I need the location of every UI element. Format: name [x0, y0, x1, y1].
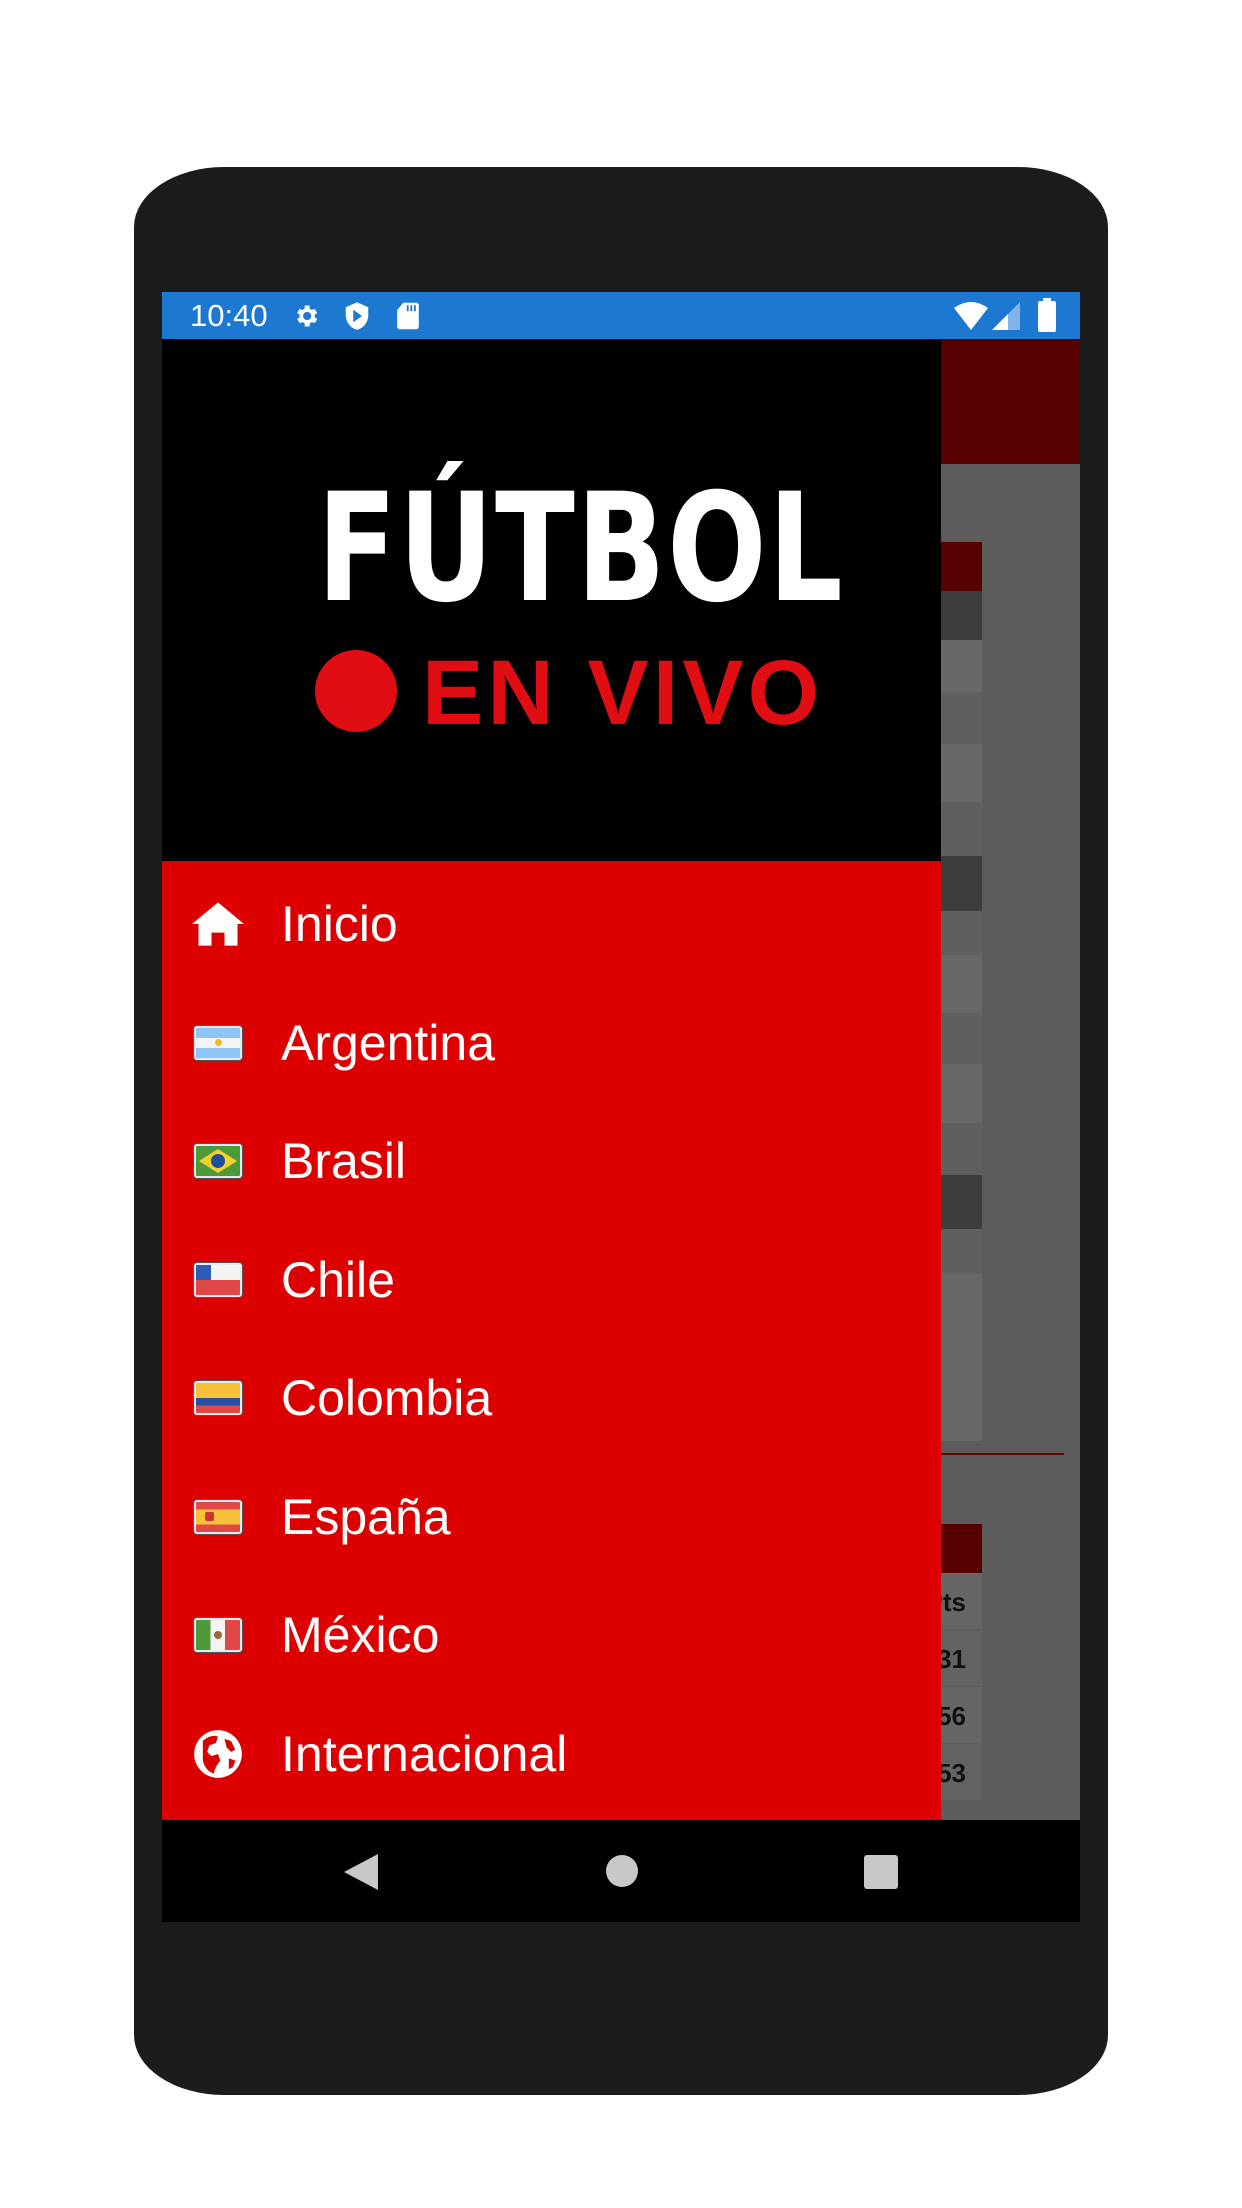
logo-text-futbol: FÚTBOL	[317, 462, 845, 636]
shield-play-icon	[345, 302, 369, 330]
flag-brasil-icon	[192, 1140, 244, 1182]
live-dot-icon	[315, 650, 397, 732]
flag-chile-icon	[192, 1259, 244, 1301]
screen: 10:40 Pts 31 56 53 FÚTBOL EN VIVO Inicio Ar…	[162, 292, 1080, 1922]
flag-espana-icon	[192, 1496, 244, 1538]
flag-argentina-icon	[192, 1022, 244, 1064]
flag-colombia-icon	[192, 1377, 244, 1419]
back-button[interactable]	[344, 1854, 378, 1890]
menu-item-inicio[interactable]: Inicio	[162, 865, 941, 984]
navigation-drawer: FÚTBOL EN VIVO Inicio Argentina Brasil C…	[162, 339, 941, 1820]
menu-item-espana[interactable]: España	[162, 1458, 941, 1577]
flag-mexico-icon	[192, 1614, 244, 1656]
menu-item-brasil[interactable]: Brasil	[162, 1102, 941, 1221]
status-bar: 10:40	[162, 292, 1080, 339]
recents-button[interactable]	[864, 1855, 898, 1889]
menu-item-internacional[interactable]: Internacional	[162, 1695, 941, 1814]
gear-icon	[297, 305, 318, 327]
menu-item-argentina[interactable]: Argentina	[162, 984, 941, 1103]
drawer-header: FÚTBOL EN VIVO	[162, 339, 941, 861]
sd-card-icon	[397, 302, 419, 330]
menu-item-mexico[interactable]: México	[162, 1576, 941, 1695]
battery-icon	[1038, 298, 1056, 332]
menu-item-chile[interactable]: Chile	[162, 1221, 941, 1340]
status-time: 10:40	[190, 298, 268, 333]
home-button[interactable]	[606, 1855, 638, 1887]
logo-text-en-vivo: EN VIVO	[422, 642, 824, 744]
home-icon	[192, 902, 244, 946]
globe-icon	[192, 1729, 244, 1778]
system-navigation-bar	[162, 1820, 1080, 1922]
signal-icon	[992, 302, 1020, 330]
wifi-icon	[954, 302, 988, 330]
drawer-menu: Inicio Argentina Brasil Chile Colombia E…	[162, 861, 941, 1820]
menu-item-colombia[interactable]: Colombia	[162, 1339, 941, 1458]
